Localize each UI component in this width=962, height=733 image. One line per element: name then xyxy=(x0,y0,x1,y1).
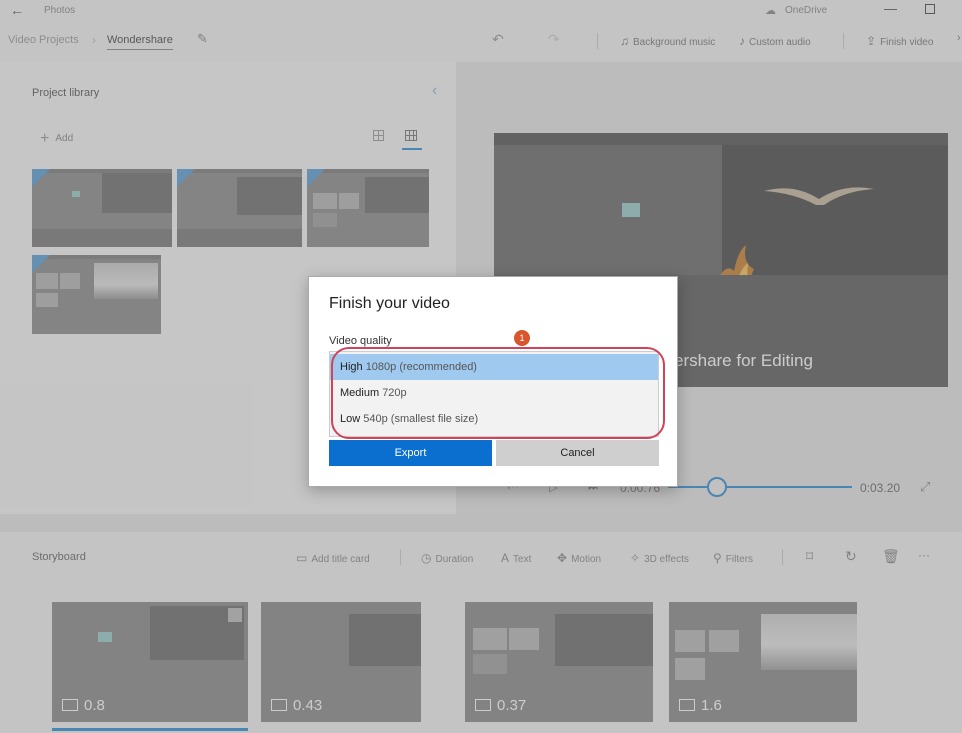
export-button[interactable]: Export xyxy=(329,440,492,466)
video-quality-label: Video quality xyxy=(329,335,392,347)
finish-video-dialog: Finish your video Video quality 1 High 1… xyxy=(308,276,678,487)
annotation-highlight xyxy=(331,347,665,439)
step-badge: 1 xyxy=(514,330,530,346)
dialog-title: Finish your video xyxy=(329,295,450,312)
cancel-button[interactable]: Cancel xyxy=(496,440,659,466)
